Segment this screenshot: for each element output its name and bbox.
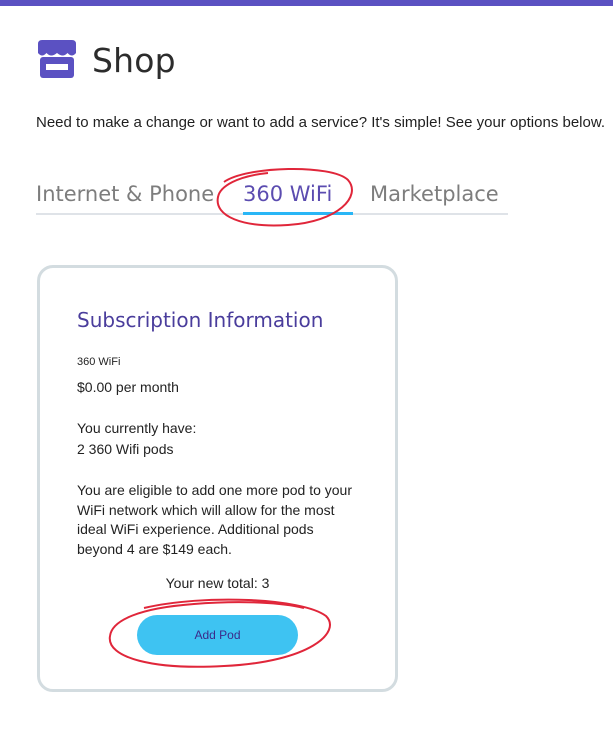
top-accent-bar (0, 0, 613, 6)
tab-marketplace[interactable]: Marketplace (370, 182, 499, 206)
service-name: 360 WiFi (77, 356, 121, 368)
tab-bar: Internet & Phone 360 WiFi Marketplace (36, 176, 508, 215)
new-total-text: Your new total: 3 (165, 575, 270, 591)
subscription-card: Subscription Information 360 WiFi $0.00 … (37, 265, 398, 692)
page-header: Shop (36, 40, 176, 80)
page-title: Shop (92, 40, 176, 80)
active-tab-indicator (243, 212, 353, 215)
add-pod-button[interactable]: Add Pod (137, 615, 298, 655)
card-title: Subscription Information (77, 308, 324, 332)
tab-360-wifi[interactable]: 360 WiFi (243, 182, 332, 206)
current-pods-value: 2 360 Wifi pods (77, 441, 174, 457)
storefront-icon (38, 40, 76, 78)
eligibility-text: You are eligible to add one more pod to … (77, 482, 353, 557)
intro-text: Need to make a change or want to add a s… (36, 114, 606, 131)
current-pods-label: You currently have: (77, 420, 197, 436)
monthly-price: $0.00 per month (77, 379, 179, 395)
tab-internet-phone[interactable]: Internet & Phone (36, 182, 214, 206)
